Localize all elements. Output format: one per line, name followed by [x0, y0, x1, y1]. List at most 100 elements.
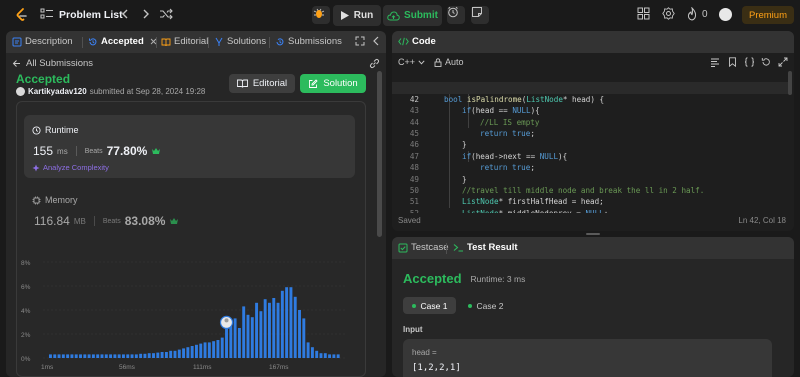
code-line-41[interactable]: 41 bool isPalindrome(ListNode* head) { — [392, 71, 792, 103]
chart-bar[interactable] — [186, 347, 190, 358]
chart-bar[interactable] — [104, 354, 108, 358]
chart-bar[interactable] — [164, 352, 168, 358]
chart-bar[interactable] — [156, 352, 160, 358]
run-button[interactable]: Run — [333, 5, 381, 26]
problem-list-icon[interactable] — [40, 7, 56, 23]
shuffle-icon[interactable] — [159, 7, 175, 23]
chart-bar[interactable] — [143, 353, 147, 358]
chart-bar[interactable] — [134, 354, 138, 358]
layout-icon[interactable] — [637, 7, 653, 23]
chart-bar[interactable] — [53, 354, 57, 358]
code-line-48[interactable]: 48 } — [392, 151, 792, 183]
code-editor[interactable]: 41 bool isPalindrome(ListNode* head) { 4… — [392, 71, 794, 213]
chart-bar[interactable] — [293, 296, 297, 358]
submission-user[interactable]: Kartikyadav120 — [28, 87, 87, 96]
chart-bar[interactable] — [323, 353, 327, 358]
bookmark-icon[interactable] — [728, 57, 737, 67]
case-1-tab[interactable]: Case 1 — [403, 297, 456, 314]
code-line-47[interactable]: 47 return true; — [392, 139, 792, 172]
submit-button[interactable]: Submit — [383, 5, 442, 26]
code-line-51[interactable]: 51 ListNode* middleNodeprev = NULL; — [392, 185, 792, 213]
chart-bar[interactable] — [332, 354, 336, 358]
chart-bar[interactable] — [319, 353, 323, 358]
tab-description[interactable]: Description — [12, 36, 73, 47]
chart-bar[interactable] — [246, 314, 250, 358]
notes-icon[interactable] — [471, 6, 489, 24]
chart-bar[interactable] — [259, 311, 263, 358]
code-tab[interactable]: Code — [398, 36, 436, 47]
case-2-tab[interactable]: Case 2 — [463, 297, 508, 314]
chart-bar[interactable] — [152, 353, 155, 358]
reset-icon[interactable] — [761, 57, 771, 67]
chart-bar[interactable] — [190, 346, 194, 358]
chart-bar[interactable] — [328, 354, 332, 358]
chart-bar[interactable] — [66, 354, 70, 358]
chart-bar[interactable] — [49, 354, 52, 358]
chart-bar[interactable] — [147, 353, 151, 358]
next-problem-icon[interactable] — [139, 7, 155, 23]
input-box[interactable]: head = [1,2,2,1] — [403, 339, 772, 377]
analyze-complexity-link[interactable]: Analyze Complexity — [32, 163, 109, 172]
tab-editorial[interactable]: Editorial — [161, 36, 208, 47]
chart-bar[interactable] — [203, 342, 207, 358]
code-line-44[interactable]: 44 return true; — [392, 105, 792, 138]
streak-fire-icon[interactable] — [686, 7, 702, 23]
share-link-icon[interactable] — [369, 58, 380, 69]
chart-bar[interactable] — [182, 348, 186, 358]
chart-bar[interactable] — [169, 350, 173, 358]
runtime-box[interactable]: Runtime 155 ms Beats 77.80% Analyze Comp… — [24, 115, 355, 178]
format-icon[interactable] — [710, 57, 720, 67]
chart-bar[interactable] — [268, 302, 271, 358]
problem-list-link[interactable]: Problem List — [59, 9, 123, 21]
chart-bar[interactable] — [229, 323, 233, 358]
code-scrollbar[interactable] — [788, 71, 792, 95]
avatar[interactable] — [719, 8, 732, 21]
tab-solutions[interactable]: Solutions — [214, 36, 266, 47]
chart-bar[interactable] — [173, 350, 177, 358]
chart-bar[interactable] — [160, 352, 164, 358]
chart-bar[interactable] — [336, 354, 340, 358]
chart-bar[interactable] — [276, 302, 280, 358]
chart-bar[interactable] — [285, 287, 289, 358]
chart-bar[interactable] — [310, 347, 314, 358]
code-line-43[interactable]: 43 //LL IS empty — [392, 94, 792, 126]
code-line-46[interactable]: 46 if(head->next == NULL){ — [392, 128, 792, 160]
runtime-distribution-chart[interactable]: 8% 6% 4% 2% 0% 1ms 56ms 111ms 167ms — [17, 252, 365, 377]
timer-icon[interactable] — [447, 6, 465, 24]
chart-bar[interactable] — [212, 341, 216, 358]
prev-problem-icon[interactable] — [118, 7, 134, 23]
chart-bar[interactable] — [242, 306, 246, 358]
panel-resize-handle[interactable] — [586, 233, 600, 235]
chart-bar[interactable] — [237, 328, 241, 358]
debug-icon[interactable] — [312, 6, 330, 24]
left-scrollbar[interactable] — [377, 71, 382, 237]
tab-accepted[interactable]: Accepted — [88, 36, 157, 47]
chart-bar[interactable] — [195, 344, 198, 358]
chart-bar[interactable] — [70, 354, 74, 358]
chart-bar[interactable] — [199, 343, 203, 358]
memory-section[interactable]: Memory — [32, 195, 78, 205]
chart-bar[interactable] — [117, 354, 121, 358]
chart-bar[interactable] — [272, 298, 276, 358]
chart-bar[interactable] — [61, 354, 65, 358]
chart-bar[interactable] — [298, 310, 301, 358]
code-line-42[interactable]: 42 if(head == NULL){ — [392, 82, 792, 115]
chart-bar[interactable] — [306, 342, 310, 358]
language-select[interactable]: C++ — [398, 57, 425, 67]
solution-button[interactable]: Solution — [300, 74, 366, 93]
code-line-52[interactable]: 52 ListNode* middleNode = getMiddle(head… — [392, 196, 792, 213]
chart-bar[interactable] — [57, 354, 61, 358]
chart-bar[interactable] — [255, 302, 259, 358]
tab-testcase[interactable]: Testcase — [398, 242, 449, 253]
chart-bar[interactable] — [289, 287, 293, 358]
chart-bar[interactable] — [220, 337, 224, 358]
chart-bar[interactable] — [126, 354, 130, 358]
code-line-50[interactable]: 50 ListNode* firstHalfHead = head; — [392, 174, 792, 206]
editorial-button[interactable]: Editorial — [229, 74, 295, 93]
chart-bar[interactable] — [250, 317, 254, 358]
braces-icon[interactable] — [744, 57, 755, 67]
chart-bar[interactable] — [233, 318, 237, 358]
chart-bar[interactable] — [122, 354, 125, 358]
leetcode-logo-icon[interactable] — [14, 7, 30, 23]
chart-bar[interactable] — [225, 324, 228, 358]
